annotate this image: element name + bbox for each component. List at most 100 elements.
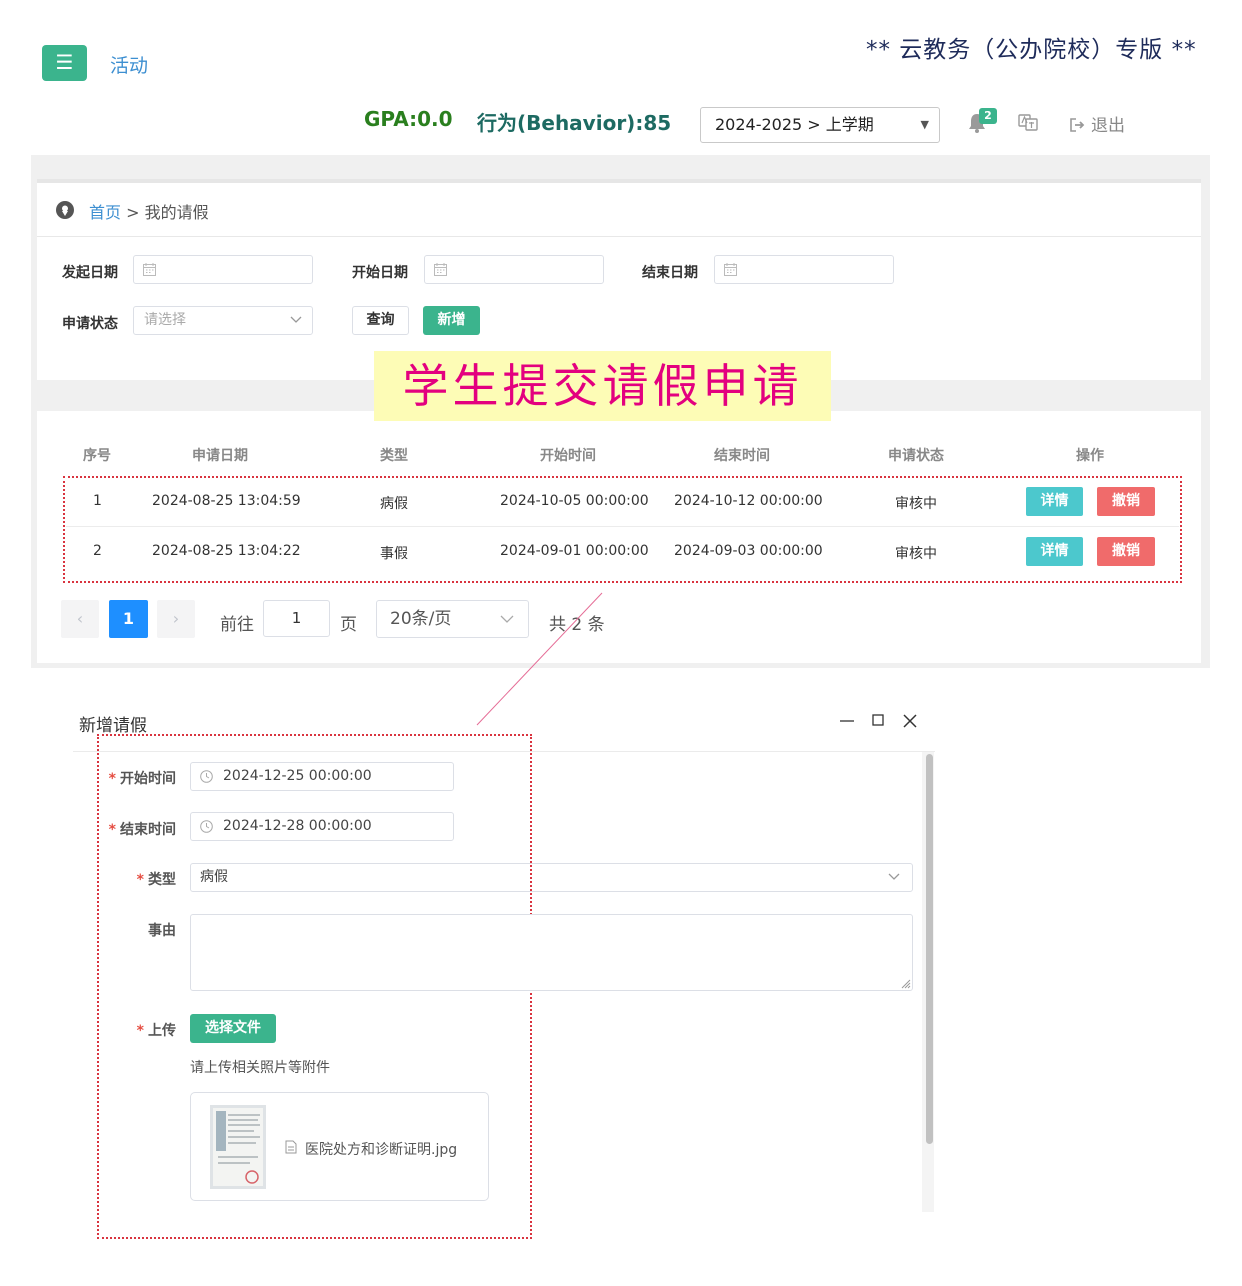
column-header-date: 申请日期 (192, 448, 248, 464)
table-row-2-end: 2024-09-03 00:00:00 (674, 543, 823, 559)
semester-select[interactable]: 2024-2025 > 上学期 ▼ (700, 107, 940, 143)
resize-grip-icon[interactable] (899, 977, 911, 989)
logout-icon (1070, 118, 1085, 132)
start-time-value: 2024-12-25 00:00:00 (223, 768, 372, 784)
nav-link-activity[interactable]: 活动 (110, 51, 148, 78)
required-mark: * (108, 822, 116, 838)
breadcrumb: 首页 > 我的请假 (89, 199, 209, 223)
column-header-no: 序号 (83, 448, 111, 464)
add-button[interactable]: 新增 (423, 306, 480, 335)
table-row-2-status: 审核中 (895, 546, 937, 562)
start-time-label-text: 开始时间 (120, 771, 176, 787)
table-row-2-cancel-button[interactable]: 撤销 (1097, 537, 1155, 566)
pagination-page-label: 页 (340, 615, 357, 635)
table-row-1-type: 病假 (380, 496, 408, 512)
reason-textarea[interactable] (190, 914, 913, 991)
end-time-input[interactable]: 2024-12-28 00:00:00 (190, 812, 454, 841)
clock-icon (200, 820, 213, 833)
column-header-status: 申请状态 (888, 448, 944, 464)
table-row-1-date: 2024-08-25 13:04:59 (152, 493, 301, 509)
pagination-total: 共 2 条 (549, 615, 605, 635)
end-time-label-text: 结束时间 (120, 822, 176, 838)
required-mark: * (108, 771, 116, 787)
calendar-icon (143, 263, 156, 276)
type-label: * 类型 (100, 869, 176, 889)
menu-button[interactable]: ☰ (42, 45, 87, 81)
column-header-actions: 操作 (1076, 448, 1104, 464)
required-mark: * (136, 1023, 144, 1039)
chevron-down-icon (500, 615, 514, 623)
column-header-start: 开始时间 (540, 448, 596, 464)
breadcrumb-separator: > (126, 203, 140, 222)
breadcrumb-home[interactable]: 首页 (89, 203, 121, 222)
table-row-1-no: 1 (93, 493, 102, 509)
clock-icon (200, 770, 213, 783)
pagination-goto-label: 前往 (220, 615, 254, 635)
notification-badge: 2 (979, 108, 997, 124)
end-time-value: 2024-12-28 00:00:00 (223, 818, 372, 834)
status-select[interactable]: 请选择 (133, 306, 313, 335)
reason-label: 事由 (148, 923, 176, 939)
logout-label: 退出 (1091, 116, 1125, 136)
translate-icon[interactable] (1018, 113, 1038, 131)
minimize-icon[interactable] (839, 712, 855, 728)
pagination-page-1[interactable]: 1 (109, 600, 148, 638)
type-label-text: 类型 (148, 872, 176, 888)
pagination-goto-input[interactable]: 1 (263, 600, 330, 637)
dialog-scrollbar-thumb[interactable] (926, 754, 933, 1144)
type-select[interactable]: 病假 (190, 863, 913, 892)
status-placeholder: 请选择 (144, 312, 186, 328)
table-row-2-detail-button[interactable]: 详情 (1026, 537, 1083, 566)
upload-hint: 请上传相关照片等附件 (190, 1060, 330, 1076)
annotation-callout: 学生提交请假申请 (374, 351, 831, 421)
brand-title: ** 云教务（公办院校）专版 ** (866, 37, 1197, 63)
table-row-2-start: 2024-09-01 00:00:00 (500, 543, 649, 559)
end-date-input[interactable] (714, 255, 894, 284)
dialog-title: 新增请假 (79, 716, 147, 736)
close-icon[interactable] (902, 713, 918, 729)
upload-label: * 上传 (100, 1020, 176, 1040)
start-time-input[interactable]: 2024-12-25 00:00:00 (190, 762, 454, 791)
type-value: 病假 (200, 869, 228, 885)
table-row-2-date: 2024-08-25 13:04:22 (152, 543, 301, 559)
table-row-1-cancel-button[interactable]: 撤销 (1097, 487, 1155, 516)
row-divider (66, 526, 1179, 527)
start-date-label: 发起日期 (62, 265, 118, 281)
pagination-size-select[interactable]: 20条/页 (376, 600, 529, 638)
chevron-down-icon (290, 316, 302, 323)
column-header-type: 类型 (380, 448, 408, 464)
start-time-label: * 开始时间 (100, 768, 176, 788)
query-button[interactable]: 查询 (352, 306, 409, 335)
semester-value: 2024-2025 > 上学期 (715, 115, 874, 134)
document-thumbnail[interactable] (210, 1105, 266, 1189)
pagination-prev-button[interactable]: ‹ (61, 600, 99, 638)
table-row-1-end: 2024-10-12 00:00:00 (674, 493, 823, 509)
pagination-next-button[interactable]: › (157, 600, 195, 638)
column-header-end: 结束时间 (714, 448, 770, 464)
end-date-label: 结束日期 (642, 265, 698, 281)
begin-date-label: 开始日期 (352, 265, 408, 281)
pagination-size-value: 20条/页 (390, 609, 452, 629)
table-row-1-start: 2024-10-05 00:00:00 (500, 493, 649, 509)
start-date-input[interactable] (133, 255, 313, 284)
caret-down-icon: ▼ (920, 118, 929, 131)
end-time-label: * 结束时间 (100, 819, 176, 839)
behavior-score: 行为(Behavior):85 (477, 111, 672, 135)
file-icon (285, 1140, 297, 1154)
upload-label-text: 上传 (148, 1023, 176, 1039)
uploaded-file-name[interactable]: 医院处方和诊断证明.jpg (305, 1139, 457, 1159)
maximize-icon[interactable] (870, 712, 886, 728)
table-row-2-no: 2 (93, 543, 102, 559)
choose-file-button[interactable]: 选择文件 (190, 1014, 276, 1043)
location-pin-icon (56, 201, 74, 219)
logout-button[interactable]: 退出 (1069, 111, 1125, 136)
table-row-1-detail-button[interactable]: 详情 (1026, 487, 1083, 516)
hamburger-icon: ☰ (55, 50, 74, 74)
divider (37, 236, 1201, 237)
calendar-icon (434, 263, 447, 276)
required-mark: * (136, 872, 144, 888)
status-label: 申请状态 (62, 316, 118, 332)
begin-date-input[interactable] (424, 255, 604, 284)
breadcrumb-current: 我的请假 (144, 203, 209, 222)
chevron-down-icon (888, 873, 900, 880)
